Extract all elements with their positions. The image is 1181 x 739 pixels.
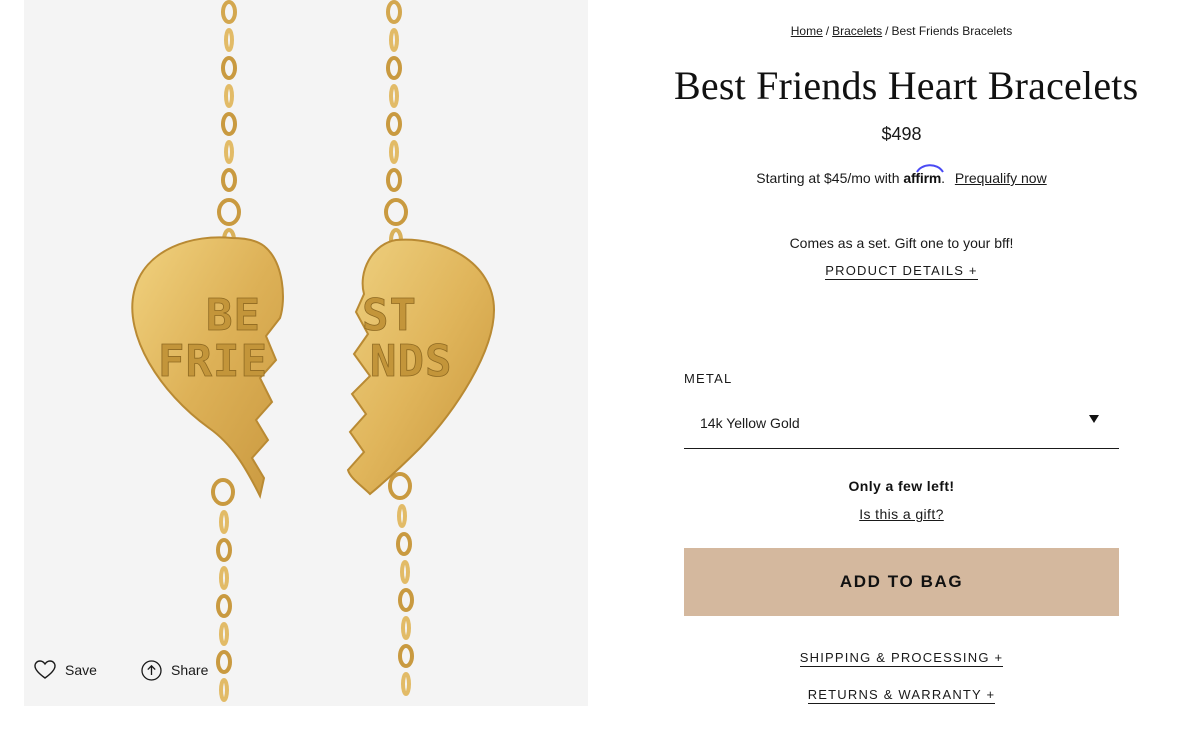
financing-note: Starting at $45/mo with affirm. Prequali… bbox=[684, 164, 1119, 186]
product-price: $498 bbox=[881, 124, 922, 144]
left-heart-text-bottom: FRIE bbox=[158, 336, 268, 387]
returns-warranty-toggle[interactable]: RETURNS & WARRANTY + bbox=[807, 687, 996, 704]
metal-label: METAL bbox=[684, 371, 733, 386]
affirm-logo: affirm bbox=[903, 164, 945, 186]
product-info: Home / Bracelets / Best Friends Bracelets Be… bbox=[674, 0, 1138, 739]
share-button[interactable]: Share bbox=[141, 658, 208, 682]
heart-outline-icon bbox=[34, 660, 56, 679]
metal-selected-value: 14k Yellow Gold bbox=[700, 414, 800, 431]
left-heart-text-top: BE bbox=[206, 290, 261, 341]
stock-note: Only a few left! bbox=[848, 478, 955, 494]
set-note: Comes as a set. Gift one to your bff! bbox=[789, 235, 1014, 251]
breadcrumb: Home / Bracelets / Best Friends Bracelets bbox=[684, 24, 1119, 38]
right-heart-text-bottom: NDS bbox=[370, 336, 452, 387]
product-image-gallery: BE FRIE ST NDS Save Share bbox=[24, 0, 588, 706]
product-photo[interactable]: BE FRIE ST NDS bbox=[24, 0, 588, 706]
shipping-processing-toggle[interactable]: SHIPPING & PROCESSING + bbox=[799, 650, 1004, 667]
financing-prefix: Starting at $45/mo with bbox=[756, 170, 900, 186]
product-details-toggle[interactable]: PRODUCT DETAILS + bbox=[825, 263, 978, 280]
share-label: Share bbox=[171, 662, 209, 678]
breadcrumb-home-link[interactable]: Home bbox=[791, 24, 823, 38]
gift-link[interactable]: Is this a gift? bbox=[859, 506, 944, 522]
add-to-bag-button[interactable]: ADD TO BAG bbox=[684, 548, 1119, 616]
share-up-arrow-icon bbox=[141, 659, 162, 681]
affirm-arc-icon bbox=[916, 164, 945, 173]
save-button[interactable]: Save bbox=[34, 658, 97, 682]
right-heart-text-top: ST bbox=[362, 290, 417, 341]
prequalify-link[interactable]: Prequalify now bbox=[955, 170, 1047, 186]
caret-down-icon bbox=[1089, 415, 1099, 423]
breadcrumb-separator: / bbox=[885, 24, 889, 38]
product-title: Best Friends Heart Bracelets bbox=[674, 63, 1139, 108]
breadcrumb-bracelets-link[interactable]: Bracelets bbox=[832, 24, 882, 38]
breadcrumb-separator: / bbox=[825, 24, 830, 38]
breadcrumb-current: Best Friends Bracelets bbox=[891, 24, 1013, 38]
save-label: Save bbox=[65, 662, 97, 678]
metal-select[interactable]: 14k Yellow Gold bbox=[684, 397, 1119, 449]
